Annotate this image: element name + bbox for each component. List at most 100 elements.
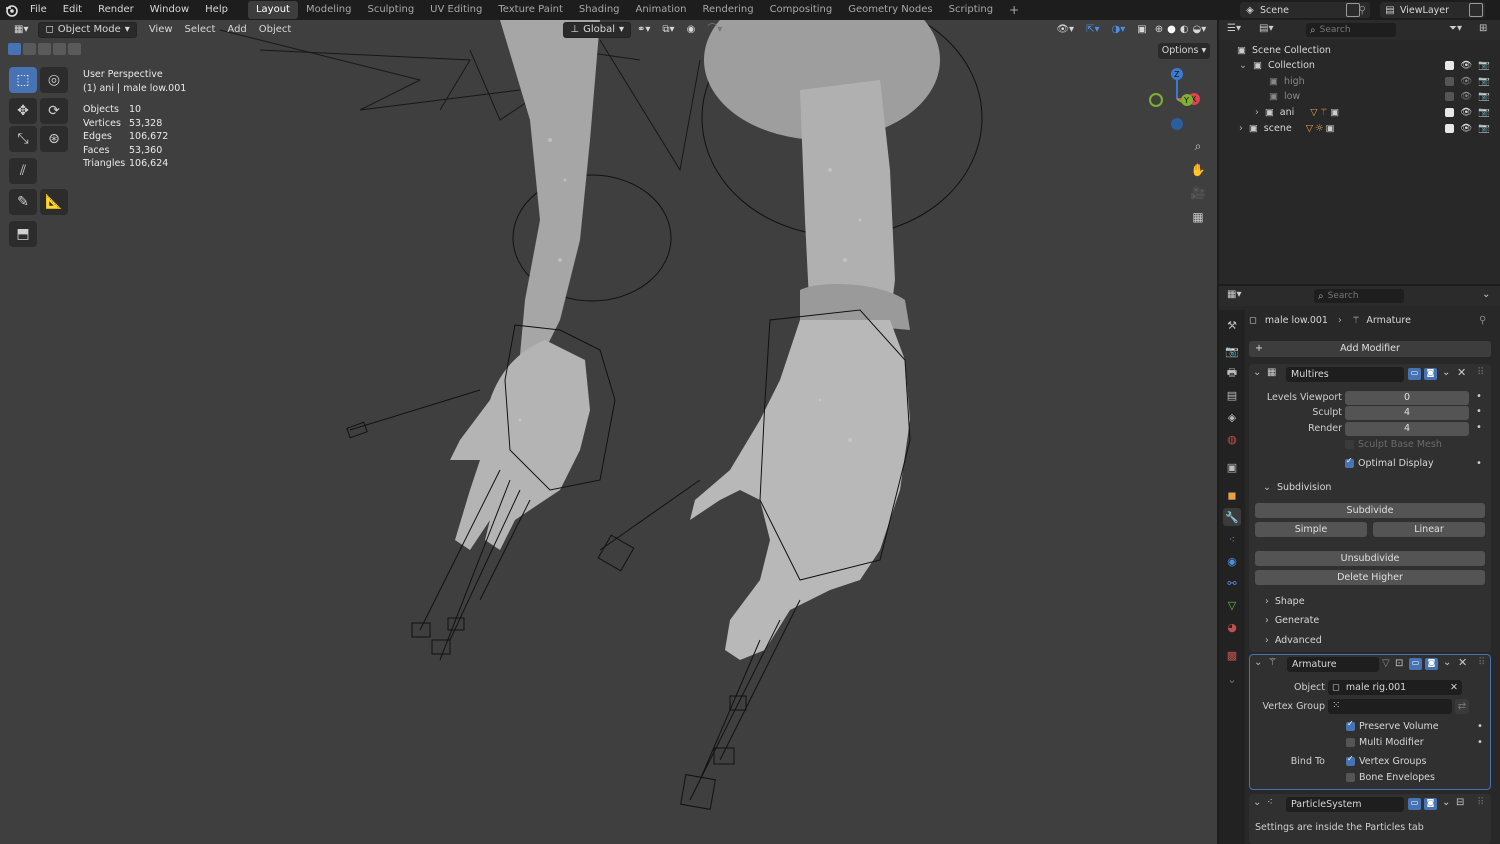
menu-select[interactable]: Select bbox=[179, 22, 222, 38]
render-tab-icon[interactable]: 📷 bbox=[1223, 342, 1241, 360]
camera-view-icon[interactable]: 🎥 bbox=[1188, 183, 1208, 203]
camera-icon[interactable]: 📷 bbox=[1478, 123, 1490, 134]
falloff-icon[interactable]: ⌒▾ bbox=[701, 22, 728, 38]
multi-modifier-checkbox[interactable]: Multi Modifier bbox=[1346, 737, 1424, 748]
collapse-chevron-icon[interactable]: ⌄ bbox=[1253, 367, 1261, 378]
edit-mode-icon[interactable]: ▽ bbox=[1382, 658, 1390, 669]
armature-name-field[interactable]: Armature bbox=[1287, 657, 1379, 672]
show-in-render-icon[interactable]: ◙ bbox=[1424, 798, 1437, 810]
shading-solid-icon[interactable]: ● bbox=[1165, 22, 1178, 38]
menu-help[interactable]: Help bbox=[197, 0, 236, 20]
world-tab-icon[interactable]: ◍ bbox=[1223, 430, 1241, 448]
scroll-down-icon[interactable]: ⌄ bbox=[1223, 670, 1241, 688]
tab-animation[interactable]: Animation bbox=[628, 1, 695, 19]
tab-sculpting[interactable]: Sculpting bbox=[359, 1, 422, 19]
select-new-icon[interactable] bbox=[8, 43, 21, 55]
menu-add[interactable]: Add bbox=[221, 22, 252, 38]
3d-viewport[interactable]: ▦▾ ◻ Object Mode ▾ View Select Add Objec… bbox=[0, 20, 1217, 844]
tab-uv-editing[interactable]: UV Editing bbox=[422, 1, 490, 19]
outliner-row-high[interactable]: ▣ high 👁 📷 bbox=[1219, 73, 1500, 89]
outliner-search[interactable]: ⌕ Search bbox=[1306, 23, 1396, 37]
snap-icon[interactable]: ⧉▾ bbox=[656, 22, 680, 38]
outliner-row-low[interactable]: ▣ low 👁 📷 bbox=[1219, 88, 1500, 104]
multires-name-field[interactable]: Multires bbox=[1286, 367, 1404, 382]
new-collection-icon[interactable]: ⊞ bbox=[1479, 23, 1487, 34]
keyframe-dot-icon[interactable]: • bbox=[1476, 458, 1482, 469]
data-tab-icon[interactable]: ▽ bbox=[1223, 596, 1241, 614]
chevron-down-icon[interactable]: ⌄ bbox=[1482, 289, 1490, 300]
outliner-editor-icon[interactable]: ☰▾ bbox=[1227, 23, 1241, 34]
menu-view[interactable]: View bbox=[143, 22, 179, 38]
drag-handle-icon[interactable]: ⠿ bbox=[1477, 797, 1484, 808]
add-workspace-icon[interactable]: + bbox=[1001, 1, 1027, 19]
show-in-render-icon[interactable]: ◙ bbox=[1424, 368, 1437, 380]
camera-icon[interactable]: 📷 bbox=[1478, 76, 1490, 87]
modifier-menu-icon[interactable]: ⌄ bbox=[1442, 367, 1450, 378]
on-cage-icon[interactable]: ⊡ bbox=[1395, 658, 1403, 669]
delete-higher-button[interactable]: Delete Higher bbox=[1255, 570, 1485, 585]
options-button[interactable]: Options ▾ bbox=[1158, 43, 1210, 59]
transform-orientation-selector[interactable]: ⊥ Global ▾ bbox=[563, 22, 632, 38]
eye-icon[interactable]: 👁 bbox=[1460, 107, 1472, 118]
blender-logo-icon[interactable] bbox=[0, 0, 22, 20]
tab-rendering[interactable]: Rendering bbox=[694, 1, 761, 19]
new-view-layer-icon[interactable] bbox=[1469, 3, 1483, 17]
menu-edit[interactable]: Edit bbox=[55, 0, 90, 20]
tab-scripting[interactable]: Scripting bbox=[941, 1, 1001, 19]
exclude-checkbox[interactable] bbox=[1445, 123, 1455, 133]
modifier-tab-icon[interactable]: 🔧 bbox=[1223, 508, 1241, 526]
keyframe-dot-icon[interactable]: • bbox=[1477, 737, 1483, 748]
exclude-checkbox[interactable] bbox=[1445, 91, 1455, 101]
navigation-gizmo[interactable]: Z X Y bbox=[1142, 64, 1212, 134]
subdivide-button[interactable]: Subdivide bbox=[1255, 503, 1485, 518]
collapse-chevron-icon[interactable]: ⌄ bbox=[1253, 797, 1261, 808]
perspective-toggle-icon[interactable]: ▦ bbox=[1188, 207, 1208, 227]
add-cube-tool-icon[interactable]: ⬒ bbox=[9, 221, 37, 247]
annotate-tool-icon[interactable]: ⫽ bbox=[9, 158, 37, 184]
drag-handle-icon[interactable]: ⠿ bbox=[1477, 367, 1484, 378]
menu-window[interactable]: Window bbox=[142, 0, 197, 20]
display-mode-icon[interactable]: ▤▾ bbox=[1259, 23, 1273, 34]
filter-icon[interactable]: ⏷▾ bbox=[1449, 23, 1462, 34]
shading-wireframe-icon[interactable]: ⊕ bbox=[1153, 22, 1165, 38]
armature-object-field[interactable]: ◻ male rig.001 ✕ bbox=[1328, 680, 1462, 695]
pan-hand-icon[interactable]: ✋ bbox=[1188, 160, 1208, 180]
expand-chevron-icon[interactable]: ⌄ bbox=[1239, 60, 1247, 71]
zoom-icon[interactable]: ⌕ bbox=[1188, 136, 1208, 156]
convert-icon[interactable]: ⊟ bbox=[1456, 797, 1464, 808]
constraints-tab-icon[interactable]: ⚯ bbox=[1223, 574, 1241, 592]
output-tab-icon[interactable]: 🖶 bbox=[1223, 364, 1241, 382]
camera-icon[interactable]: 📷 bbox=[1478, 107, 1490, 118]
outliner-row-ani[interactable]: › ▣ ani ▽ ⚚ ▣ 👁 📷 bbox=[1219, 104, 1500, 120]
keyframe-dot-icon[interactable]: • bbox=[1476, 422, 1482, 433]
show-in-viewport-icon[interactable]: ▭ bbox=[1409, 658, 1422, 670]
select-intersect-icon[interactable] bbox=[68, 43, 81, 55]
sculpt-levels-field[interactable]: 4 bbox=[1345, 406, 1469, 420]
rotate-tool-icon[interactable]: ⟳ bbox=[40, 98, 68, 124]
outliner-row-scene[interactable]: › ▣ scene ▽ ☼ ▣ 👁 📷 bbox=[1219, 120, 1500, 136]
show-in-viewport-icon[interactable]: ▭ bbox=[1408, 798, 1421, 810]
add-modifier-button[interactable]: + Add Modifier bbox=[1249, 341, 1491, 357]
pivot-icon[interactable]: ⚭▾ bbox=[631, 22, 656, 38]
tool-tab-icon[interactable]: ⚒ bbox=[1223, 316, 1241, 334]
keyframe-dot-icon[interactable]: • bbox=[1477, 721, 1483, 732]
modifier-menu-icon[interactable]: ⌄ bbox=[1442, 797, 1450, 808]
view-layer-tab-icon[interactable]: ▤ bbox=[1223, 386, 1241, 404]
unsubdivide-button[interactable]: Unsubdivide bbox=[1255, 551, 1485, 566]
exclude-checkbox[interactable] bbox=[1445, 60, 1455, 70]
tab-shading[interactable]: Shading bbox=[571, 1, 628, 19]
camera-icon[interactable]: 📷 bbox=[1478, 60, 1490, 71]
remove-modifier-icon[interactable]: ✕ bbox=[1457, 366, 1466, 379]
tab-texture-paint[interactable]: Texture Paint bbox=[490, 1, 571, 19]
collapse-chevron-icon[interactable]: ⌄ bbox=[1254, 657, 1262, 668]
shading-rendered-icon[interactable]: ◒▾ bbox=[1191, 22, 1209, 38]
move-tool-icon[interactable]: ✥ bbox=[9, 98, 37, 124]
shading-material-icon[interactable]: ◐ bbox=[1178, 22, 1191, 38]
linear-button[interactable]: Linear bbox=[1373, 522, 1485, 537]
eye-icon[interactable]: 👁 bbox=[1460, 123, 1472, 134]
exclude-checkbox[interactable] bbox=[1445, 76, 1455, 86]
measure-tool-icon[interactable]: 📐 bbox=[40, 189, 68, 215]
collection-tab-icon[interactable]: ▣ bbox=[1223, 458, 1241, 476]
xray-icon[interactable]: ▣ bbox=[1131, 22, 1152, 38]
particle-system-name-field[interactable]: ParticleSystem bbox=[1286, 797, 1404, 812]
